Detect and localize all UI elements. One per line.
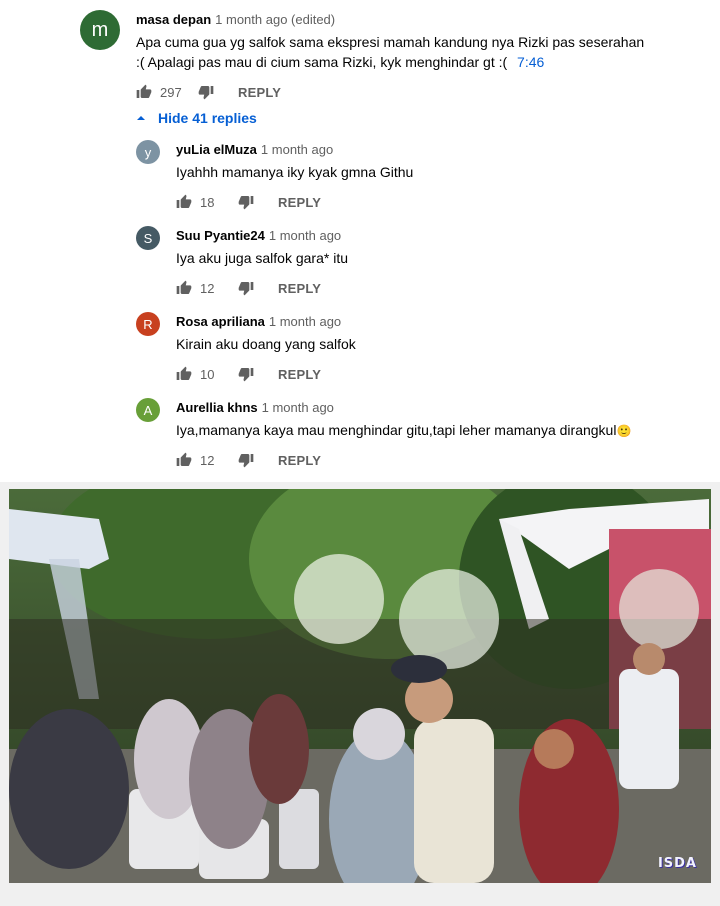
reply-time[interactable]: 1 month ago [269, 314, 341, 329]
reply-header: yuLia elMuza 1 month ago [176, 142, 333, 157]
thumbs-down-icon[interactable] [238, 194, 254, 210]
avatar-letter: m [91, 18, 109, 41]
avatar-letter: R [143, 316, 153, 332]
avatar-letter: S [143, 230, 153, 246]
like-count: 10 [200, 366, 215, 382]
avatar[interactable]: R [136, 312, 160, 336]
reply-button[interactable]: REPLY [278, 453, 321, 468]
wedding-scene-image [9, 489, 711, 883]
reply-author[interactable]: Aurellia khns [176, 400, 258, 415]
reply-text-span: Iya,mamanya kaya mau menghindar gitu,tap… [176, 422, 617, 438]
comment-time[interactable]: 1 month ago (edited) [215, 12, 335, 27]
comment-thread: m masa depan 1 month ago (edited) Apa cum… [0, 0, 720, 482]
thumbs-down-icon[interactable] [198, 84, 214, 100]
reply-actions: 12 REPLY [176, 278, 321, 298]
timestamp-link[interactable]: 7:46 [517, 54, 544, 70]
thumbs-up-icon[interactable] [176, 280, 192, 296]
comment-author[interactable]: masa depan [136, 12, 211, 27]
reply-text: Iyahhh mamanya iky kyak gmna Githu [176, 164, 414, 180]
comment-text: Apa cuma gua yg salfok sama ekspresi mam… [136, 32, 676, 72]
reply-header: Rosa apriliana 1 month ago [176, 314, 341, 329]
comment-header: masa depan 1 month ago (edited) [136, 12, 335, 27]
reply-text: Iya aku juga salfok gara* itu [176, 250, 348, 266]
reply-time[interactable]: 1 month ago [269, 228, 341, 243]
like-count: 12 [200, 280, 215, 296]
like-count: 12 [200, 452, 215, 468]
reply-actions: 12 REPLY [176, 450, 321, 470]
thumbs-up-icon[interactable] [176, 452, 192, 468]
reply-actions: 10 REPLY [176, 364, 321, 384]
avatar-letter: y [144, 144, 152, 160]
reply-text: Iya,mamanya kaya mau menghindar gitu,tap… [176, 420, 631, 441]
like-count: 18 [200, 194, 215, 210]
reply-button[interactable]: REPLY [278, 367, 321, 382]
reply-button[interactable]: REPLY [238, 85, 281, 100]
avatar[interactable]: m [80, 10, 120, 50]
comment-text-line: Apa cuma gua yg salfok sama ekspresi mam… [136, 34, 645, 50]
reply-author[interactable]: Rosa apriliana [176, 314, 265, 329]
reply-author[interactable]: yuLia elMuza [176, 142, 257, 157]
like-count: 297 [160, 84, 182, 100]
reply-author[interactable]: Suu Pyantie24 [176, 228, 265, 243]
video-frame[interactable]: ISDA [9, 489, 711, 883]
reply-time[interactable]: 1 month ago [261, 142, 333, 157]
reply-time[interactable]: 1 month ago [262, 400, 334, 415]
hide-replies-toggle[interactable]: Hide 41 replies [136, 110, 257, 126]
thumbs-up-icon[interactable] [176, 366, 192, 382]
thumbs-up-icon[interactable] [136, 84, 152, 100]
avatar[interactable]: A [136, 398, 160, 422]
thumbs-down-icon[interactable] [238, 366, 254, 382]
smile-emoji-icon: 🙂 [616, 424, 632, 438]
comment-text-span: :( Apalagi pas mau di cium sama Rizki, k… [136, 54, 508, 70]
thumbs-up-icon[interactable] [176, 194, 192, 210]
avatar[interactable]: y [136, 140, 160, 164]
video-watermark: ISDA [657, 856, 697, 871]
avatar[interactable]: S [136, 226, 160, 250]
thumbs-down-icon[interactable] [238, 452, 254, 468]
reply-actions: 18 REPLY [176, 192, 321, 212]
reply-text: Kirain aku doang yang salfok [176, 336, 356, 352]
comment-text-line-2: :( Apalagi pas mau di cium sama Rizki, k… [136, 52, 676, 72]
reply-header: Suu Pyantie24 1 month ago [176, 228, 341, 243]
thumbs-down-icon[interactable] [238, 280, 254, 296]
chevron-up-icon [137, 116, 145, 120]
comment-actions: 297 REPLY [136, 82, 281, 102]
hide-replies-label: Hide 41 replies [158, 110, 257, 126]
reply-button[interactable]: REPLY [278, 281, 321, 296]
avatar-letter: A [143, 402, 153, 418]
reply-button[interactable]: REPLY [278, 195, 321, 210]
reply-header: Aurellia khns 1 month ago [176, 400, 334, 415]
